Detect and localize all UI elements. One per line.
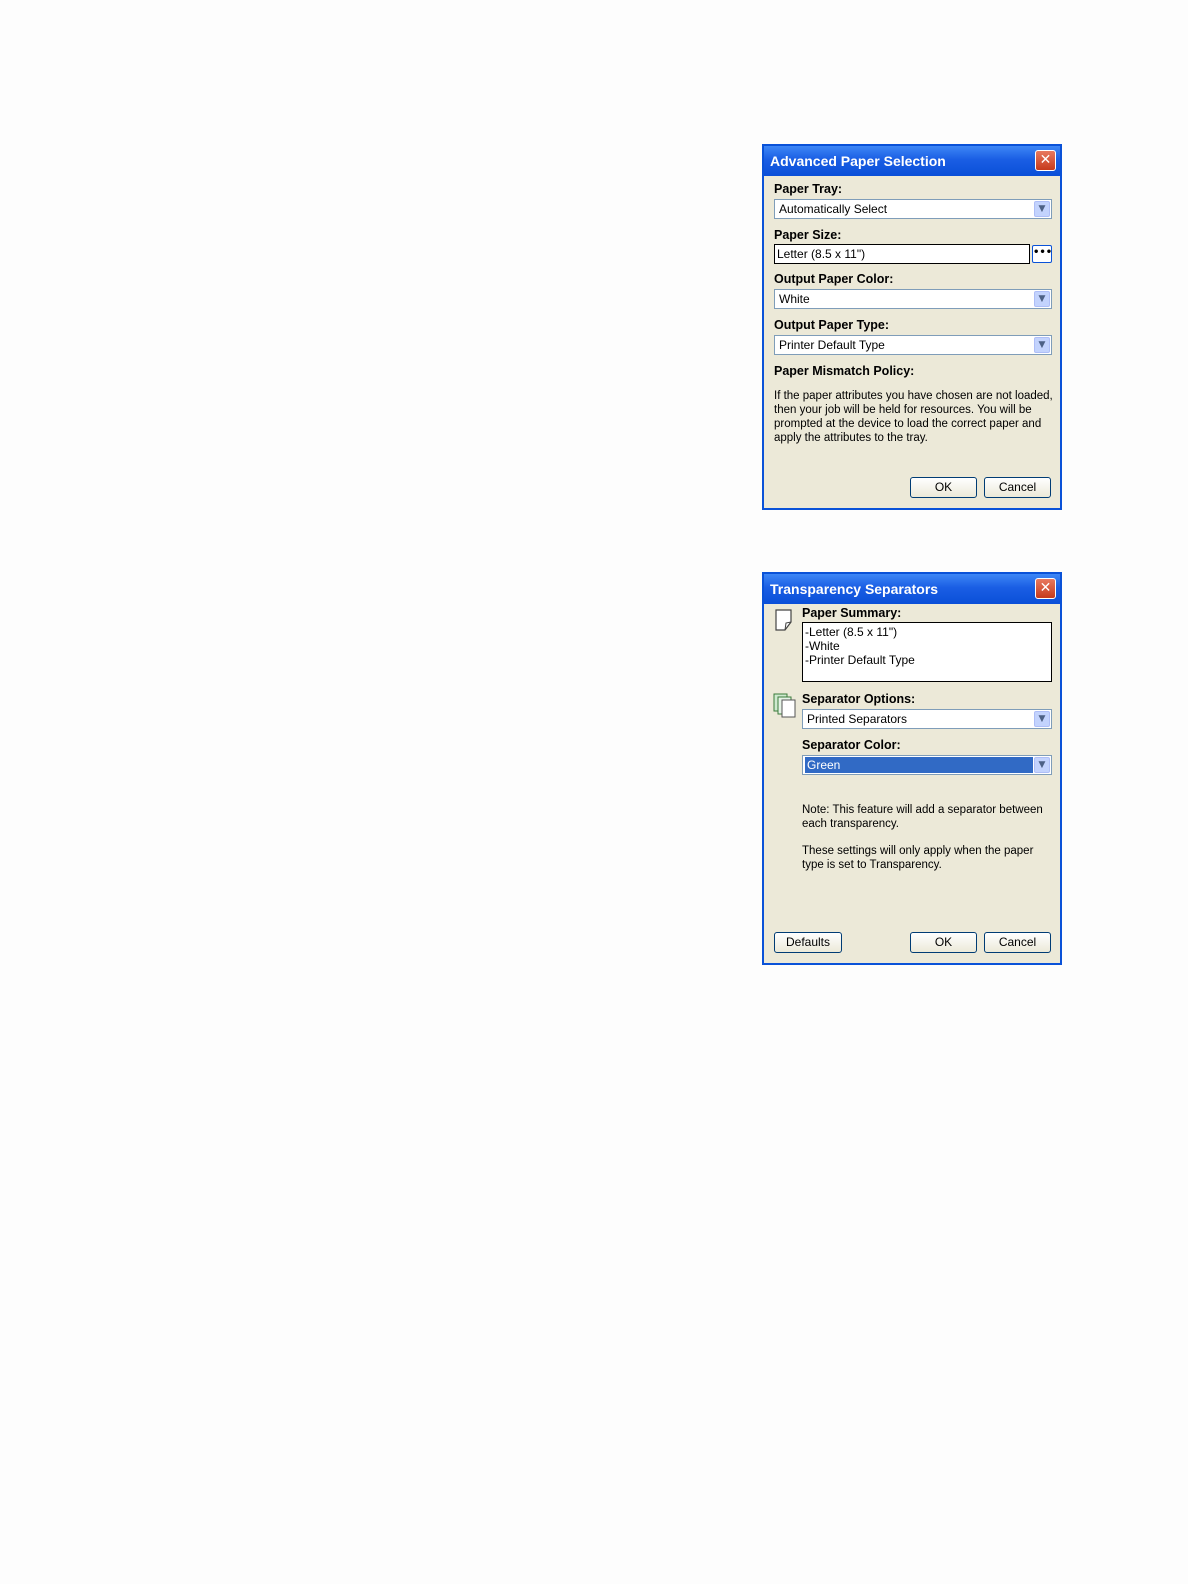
title-bar: Advanced Paper Selection ✕ — [764, 146, 1060, 176]
separator-options-value: Printed Separators — [807, 712, 908, 726]
chevron-down-icon[interactable]: ▼ — [1034, 337, 1050, 353]
separator-color-select[interactable]: Green ▼ — [802, 755, 1052, 775]
paper-summary-box: -Letter (8.5 x 11") -White -Printer Defa… — [802, 622, 1052, 682]
dialog-title: Transparency Separators — [770, 581, 939, 597]
separator-options-label: Separator Options: — [802, 692, 916, 706]
paper-size-label: Paper Size: — [774, 228, 842, 242]
separator-color-label: Separator Color: — [802, 738, 901, 752]
summary-line: -Letter (8.5 x 11") — [805, 625, 898, 639]
transparency-separators-dialog: Transparency Separators ✕ Paper Summary:… — [762, 572, 1062, 965]
paper-tray-value: Automatically Select — [779, 202, 888, 216]
cancel-button[interactable]: Cancel — [984, 932, 1051, 953]
cancel-button[interactable]: Cancel — [984, 477, 1051, 498]
output-type-label: Output Paper Type: — [774, 318, 890, 332]
paper-tray-select[interactable]: Automatically Select ▼ — [774, 199, 1052, 219]
stacked-pages-icon — [773, 693, 796, 718]
summary-line: -Printer Default Type — [805, 653, 915, 667]
chevron-down-icon[interactable]: ▼ — [1034, 291, 1050, 307]
summary-line: -White — [805, 639, 840, 653]
settings-text: These settings will only apply when the … — [802, 845, 1034, 871]
dialog-title: Advanced Paper Selection — [770, 153, 946, 169]
title-bar: Transparency Separators ✕ — [764, 574, 1060, 604]
chevron-down-icon[interactable]: ▼ — [1034, 201, 1050, 217]
separator-options-select[interactable]: Printed Separators ▼ — [802, 709, 1052, 729]
note-text: Note: This feature will add a separator … — [802, 804, 1043, 830]
chevron-down-icon[interactable]: ▼ — [1034, 711, 1050, 727]
output-type-value: Printer Default Type — [779, 338, 885, 352]
paper-summary-label: Paper Summary: — [802, 606, 902, 620]
output-color-label: Output Paper Color: — [774, 272, 894, 286]
output-color-select[interactable]: White ▼ — [774, 289, 1052, 309]
output-type-select[interactable]: Printer Default Type ▼ — [774, 335, 1052, 355]
close-icon[interactable]: ✕ — [1035, 150, 1056, 171]
page-icon — [775, 609, 792, 631]
paper-size-browse-button[interactable]: ••• — [1032, 245, 1052, 263]
close-icon[interactable]: ✕ — [1035, 578, 1056, 599]
ok-button[interactable]: OK — [910, 932, 977, 953]
chevron-down-icon[interactable]: ▼ — [1034, 757, 1050, 773]
mismatch-policy-label: Paper Mismatch Policy: — [774, 364, 915, 378]
paper-size-value: Letter (8.5 x 11") — [777, 247, 866, 261]
output-color-value: White — [779, 292, 810, 306]
ok-button[interactable]: OK — [910, 477, 977, 498]
defaults-button[interactable]: Defaults — [774, 932, 842, 953]
paper-tray-label: Paper Tray: — [774, 182, 843, 196]
mismatch-policy-text: If the paper attributes you have chosen … — [774, 390, 1053, 444]
advanced-paper-selection-dialog: Advanced Paper Selection ✕ Paper Tray: A… — [762, 144, 1062, 510]
separator-color-value: Green — [805, 757, 1033, 773]
paper-size-field[interactable]: Letter (8.5 x 11") — [774, 244, 1030, 264]
